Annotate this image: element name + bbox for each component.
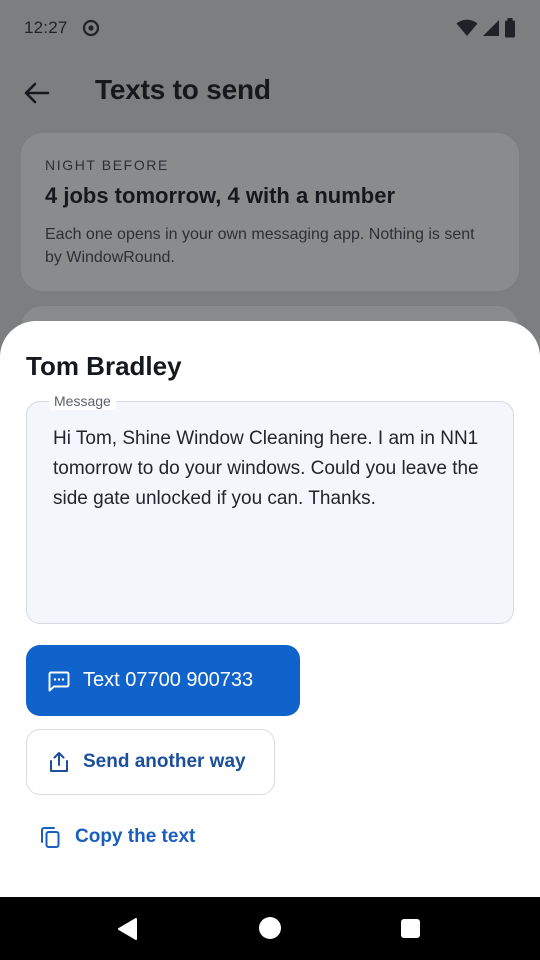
app-bar: Texts to send: [0, 60, 540, 124]
nav-recents-icon[interactable]: [401, 919, 420, 938]
text-customer-button[interactable]: Text 07700 900733: [26, 645, 300, 716]
status-bar: 12:27: [0, 0, 540, 56]
customer-name: Tom Bradley: [26, 351, 182, 381]
copy-text-button[interactable]: Copy the text: [40, 821, 195, 853]
message-field[interactable]: Message Hi Tom, Shine Window Cleaning he…: [26, 392, 514, 624]
nav-back-icon[interactable]: [116, 917, 138, 941]
arrow-left-icon: [24, 82, 50, 104]
send-another-way-button[interactable]: Send another way: [26, 729, 275, 795]
screen: 12:27 Texts to send NIGHT BEFORE 4 jobs …: [0, 0, 540, 960]
battery-icon: [505, 18, 515, 38]
message-text[interactable]: Hi Tom, Shine Window Cleaning here. I am…: [53, 424, 493, 514]
summary-kicker: NIGHT BEFORE: [45, 157, 169, 173]
summary-body: Each one opens in your own messaging app…: [45, 226, 475, 266]
system-nav-bar: [0, 897, 540, 960]
wifi-icon: [456, 19, 478, 36]
signal-icon: [483, 20, 499, 36]
summary-card: NIGHT BEFORE 4 jobs tomorrow, 4 with a n…: [21, 133, 519, 291]
message-label: Message: [49, 392, 116, 410]
nav-home-icon[interactable]: [259, 917, 281, 939]
status-icons: [456, 18, 516, 38]
page-title: Texts to send: [95, 74, 271, 105]
sync-status-icon: [82, 19, 99, 37]
summary-title: 4 jobs tomorrow, 4 with a number: [45, 183, 396, 208]
copy-icon: [41, 827, 60, 848]
status-time: 12:27: [24, 18, 68, 37]
message-icon: [48, 671, 70, 691]
bottom-sheet: Tom Bradley Message Hi Tom, Shine Window…: [0, 321, 540, 897]
share-icon: [50, 752, 68, 772]
back-button[interactable]: [22, 78, 52, 108]
text-customer-label: Text 07700 900733: [83, 669, 254, 691]
copy-text-label: Copy the text: [75, 826, 196, 847]
send-another-way-label: Send another way: [83, 751, 246, 772]
